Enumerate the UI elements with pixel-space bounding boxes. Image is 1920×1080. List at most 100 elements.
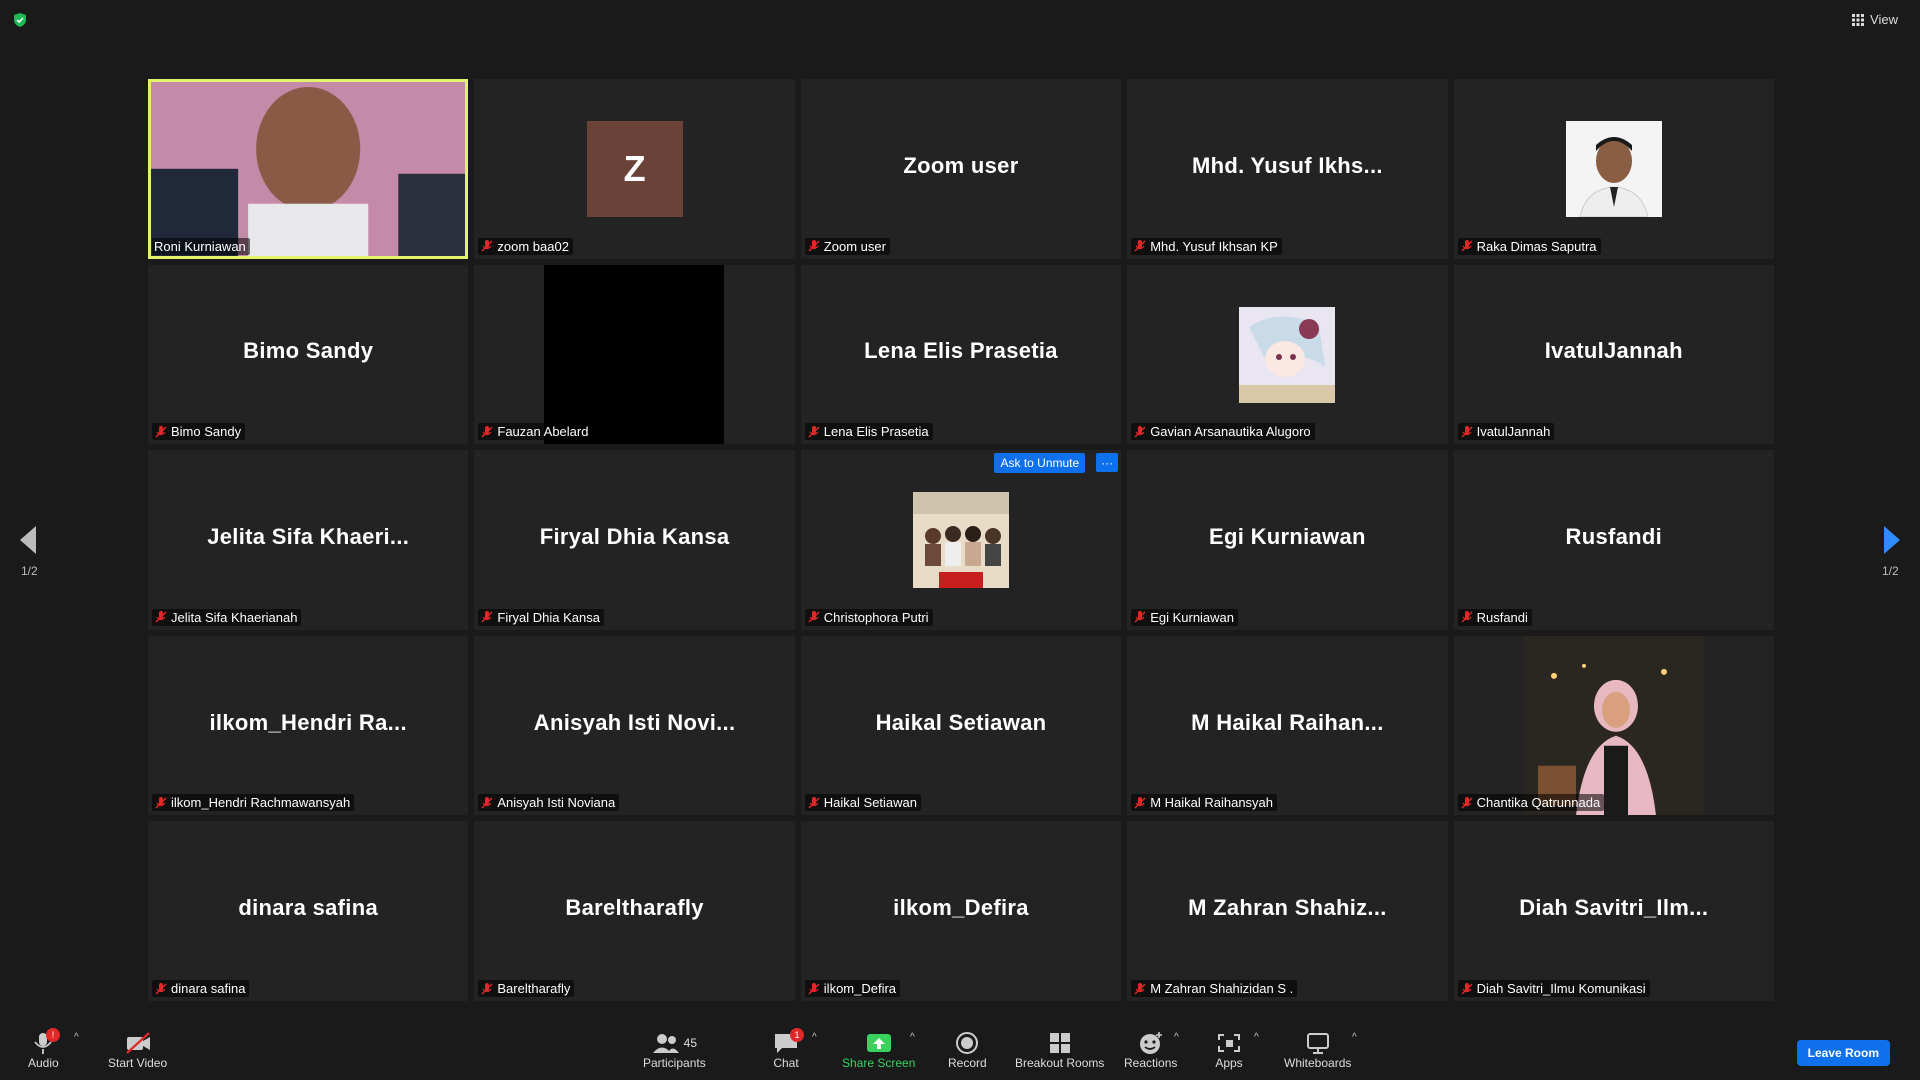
- participant-video-feed: [544, 264, 725, 445]
- participant-tile[interactable]: Fauzan Abelard: [474, 264, 795, 445]
- share-options-caret-icon[interactable]: ^: [910, 1032, 915, 1043]
- participant-name: Rusfandi: [1476, 609, 1528, 625]
- participant-tile[interactable]: Z zoom baa02: [474, 79, 795, 259]
- participant-tile[interactable]: Zoom user Zoom user: [800, 79, 1122, 259]
- participant-tile[interactable]: Lena Elis Prasetia Lena Elis Prasetia: [800, 264, 1122, 445]
- participant-tile[interactable]: IvatulJannah IvatulJannah: [1453, 264, 1774, 445]
- participant-tile[interactable]: Mhd. Yusuf Ikhs... Mhd. Yusuf Ikhsan KP: [1127, 79, 1448, 259]
- participant-name-tag: Jelita Sifa Khaerianah: [152, 608, 302, 626]
- participant-tile[interactable]: Raka Dimas Saputra: [1453, 79, 1774, 259]
- whiteboards-label: Whiteboards: [1284, 1056, 1352, 1070]
- participant-display-name: Rusfandi: [1565, 523, 1663, 549]
- participant-name: Firyal Dhia Kansa: [497, 609, 600, 625]
- share-screen-button[interactable]: Share Screen: [842, 1030, 915, 1070]
- participant-name-tag: dinara safina: [152, 980, 250, 997]
- chat-unread-badge: 1: [790, 1028, 804, 1042]
- audio-button[interactable]: ! Audio: [28, 1028, 60, 1070]
- apps-icon: [1218, 1034, 1240, 1052]
- muted-mic-icon: [1134, 982, 1146, 995]
- participant-display-name: Haikal Setiawan: [875, 709, 1047, 735]
- participant-tile[interactable]: Bareltharafly Bareltharafly: [474, 821, 795, 1001]
- apps-button[interactable]: Apps: [1215, 1030, 1243, 1070]
- muted-mic-icon: [1461, 982, 1473, 995]
- record-button[interactable]: Record: [948, 1030, 987, 1070]
- video-off-icon: [125, 1032, 150, 1054]
- participant-name: ilkom_Hendri Rachmawansyah: [171, 795, 351, 811]
- security-shield-icon[interactable]: [12, 12, 28, 28]
- participant-tile[interactable]: Roni Kurniawan: [148, 79, 469, 259]
- participant-tile[interactable]: Firyal Dhia Kansa Firyal Dhia Kansa: [474, 450, 795, 630]
- participant-name-tag: Firyal Dhia Kansa: [478, 608, 604, 626]
- breakout-rooms-label: Breakout Rooms: [1015, 1056, 1105, 1070]
- participant-tile[interactable]: Rusfandi Rusfandi: [1453, 450, 1774, 630]
- participant-tile[interactable]: Egi Kurniawan Egi Kurniawan: [1127, 450, 1448, 630]
- participant-tile[interactable]: Diah Savitri_Ilm... Diah Savitri_Ilmu Ko…: [1453, 821, 1774, 1001]
- participant-tile[interactable]: Ask to Unmute ··· Christophora Putri: [800, 450, 1122, 630]
- participants-button[interactable]: 45 Participants: [643, 1030, 706, 1070]
- muted-mic-icon: [1461, 796, 1473, 809]
- muted-mic-icon: [481, 425, 493, 438]
- participant-tile[interactable]: Chantika Qatrunnada: [1453, 635, 1774, 816]
- chat-label: Chat: [773, 1056, 799, 1070]
- participants-icon: [652, 1034, 679, 1053]
- participant-display-name: Firyal Dhia Kansa: [539, 523, 730, 549]
- start-video-button[interactable]: Start Video: [108, 1030, 167, 1070]
- whiteboards-button[interactable]: Whiteboards: [1284, 1030, 1351, 1070]
- participant-tile[interactable]: ilkom_Defira ilkom_Defira: [800, 821, 1122, 1001]
- muted-mic-icon: [1461, 240, 1473, 252]
- reactions-options-caret-icon[interactable]: ^: [1174, 1032, 1179, 1043]
- reactions-label: Reactions: [1124, 1056, 1178, 1070]
- whiteboards-options-caret-icon[interactable]: ^: [1352, 1032, 1357, 1043]
- chat-button[interactable]: 1 Chat: [772, 1028, 804, 1070]
- participant-name-tag: Christophora Putri: [804, 608, 933, 626]
- participant-tile[interactable]: M Zahran Shahiz... M Zahran Shahizidan S…: [1127, 821, 1448, 1001]
- participant-tile[interactable]: Bimo Sandy Bimo Sandy: [148, 264, 469, 445]
- muted-mic-icon: [1134, 240, 1146, 252]
- participant-tile[interactable]: ilkom_Hendri Ra... ilkom_Hendri Rachmawa…: [148, 635, 469, 816]
- apps-options-caret-icon[interactable]: ^: [1254, 1032, 1259, 1043]
- audio-options-caret-icon[interactable]: ^: [74, 1032, 79, 1043]
- chat-options-caret-icon[interactable]: ^: [812, 1032, 817, 1043]
- muted-mic-icon: [1134, 425, 1146, 438]
- participant-name-tag: ilkom_Defira: [804, 980, 901, 997]
- participant-name-tag: Anisyah Isti Noviana: [478, 794, 620, 812]
- view-label: View: [1870, 12, 1898, 27]
- participant-name-tag: M Haikal Raihansyah: [1131, 794, 1278, 812]
- participants-label: Participants: [643, 1056, 706, 1070]
- audio-alert-badge: !: [46, 1028, 60, 1042]
- participant-tile[interactable]: dinara safina dinara safina: [148, 821, 469, 1001]
- participant-name-tag: Bareltharafly: [478, 980, 575, 997]
- muted-mic-icon: [155, 796, 167, 809]
- muted-mic-icon: [1461, 425, 1473, 438]
- audio-label: Audio: [28, 1056, 59, 1070]
- participant-tile[interactable]: Gavian Arsanautika Alugoro: [1127, 264, 1448, 445]
- participant-tile[interactable]: Jelita Sifa Khaeri... Jelita Sifa Khaeri…: [148, 450, 469, 630]
- breakout-rooms-button[interactable]: Breakout Rooms: [1015, 1030, 1104, 1070]
- reactions-button[interactable]: Reactions: [1124, 1030, 1177, 1070]
- participant-tile[interactable]: Anisyah Isti Novi... Anisyah Isti Novian…: [474, 635, 795, 816]
- muted-mic-icon: [1134, 796, 1146, 809]
- participant-name: Christophora Putri: [823, 609, 929, 625]
- participant-tile[interactable]: M Haikal Raihan... M Haikal Raihansyah: [1127, 635, 1448, 816]
- participant-display-name: ilkom_Defira: [893, 895, 1029, 921]
- share-screen-icon: [866, 1034, 891, 1052]
- page-indicator-left: 1/2: [21, 564, 38, 578]
- more-options-button[interactable]: ···: [1096, 453, 1119, 473]
- participant-name-tag: Raka Dimas Saputra: [1457, 237, 1601, 255]
- previous-page-arrow-icon[interactable]: [18, 522, 38, 558]
- participant-name-tag: Rusfandi: [1457, 608, 1532, 626]
- participant-display-name: Zoom user: [903, 152, 1019, 178]
- muted-mic-icon: [808, 796, 820, 809]
- view-button[interactable]: View: [1852, 12, 1898, 27]
- participant-display-name: Anisyah Isti Novi...: [533, 709, 736, 735]
- muted-mic-icon: [155, 425, 167, 438]
- apps-label: Apps: [1215, 1056, 1243, 1070]
- leave-room-button[interactable]: Leave Room: [1796, 1040, 1890, 1066]
- ask-to-unmute-button[interactable]: Ask to Unmute: [994, 453, 1086, 474]
- next-page-arrow-icon[interactable]: [1882, 522, 1902, 558]
- participant-tile[interactable]: Haikal Setiawan Haikal Setiawan: [800, 635, 1122, 816]
- participant-profile-photo: [1239, 306, 1336, 403]
- participant-display-name: Jelita Sifa Khaeri...: [207, 523, 410, 549]
- participant-name-tag: Roni Kurniawan: [152, 237, 250, 255]
- participant-name: Mhd. Yusuf Ikhsan KP: [1150, 238, 1278, 254]
